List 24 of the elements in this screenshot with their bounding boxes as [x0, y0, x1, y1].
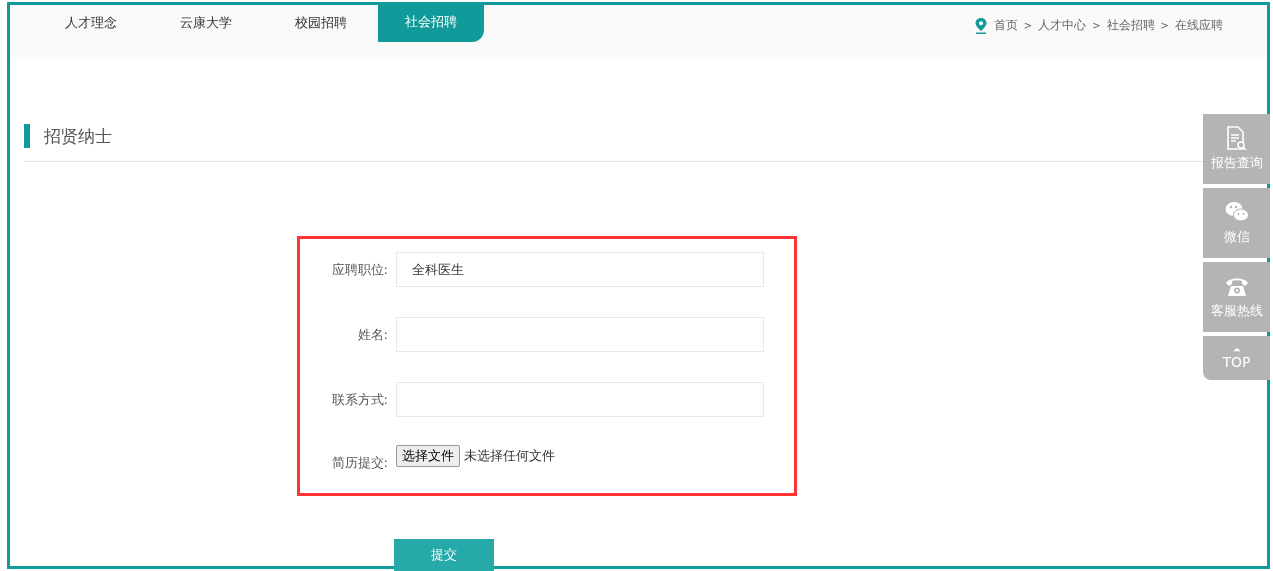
nav-tab[interactable]: 社会招聘	[378, 2, 484, 42]
title-marker	[24, 124, 30, 148]
breadcrumb-link[interactable]: 在线应聘	[1175, 17, 1223, 34]
input-field[interactable]: 全科医生	[396, 252, 764, 287]
up-caret-icon	[1231, 346, 1242, 352]
breadcrumb-separator: >	[1160, 20, 1169, 31]
nav-tab[interactable]: 云康大学	[148, 5, 263, 42]
field-label: 联系方式:	[330, 390, 388, 409]
nav-tab[interactable]: 校园招聘	[263, 5, 378, 42]
field-label: 应聘职位:	[330, 260, 388, 279]
document-search-icon	[1224, 126, 1249, 150]
choose-file-button[interactable]: 选择文件	[396, 445, 460, 467]
breadcrumb-separator: >	[1023, 20, 1033, 31]
field-label: 简历提交:	[330, 454, 388, 472]
breadcrumb-link[interactable]: 人才中心	[1038, 17, 1087, 34]
breadcrumb-separator: >	[1092, 20, 1101, 31]
file-status: 未选择任何文件	[464, 447, 555, 465]
chat-bubbles-icon	[1224, 200, 1249, 224]
field-label: 姓名:	[356, 325, 388, 344]
breadcrumb-link[interactable]: 社会招聘	[1106, 17, 1155, 34]
location-pin-icon	[974, 17, 987, 34]
section-title: 招贤纳士	[44, 124, 112, 148]
breadcrumb-link[interactable]: 首页	[993, 17, 1018, 34]
nav-tab[interactable]: 人才理念	[33, 5, 148, 42]
